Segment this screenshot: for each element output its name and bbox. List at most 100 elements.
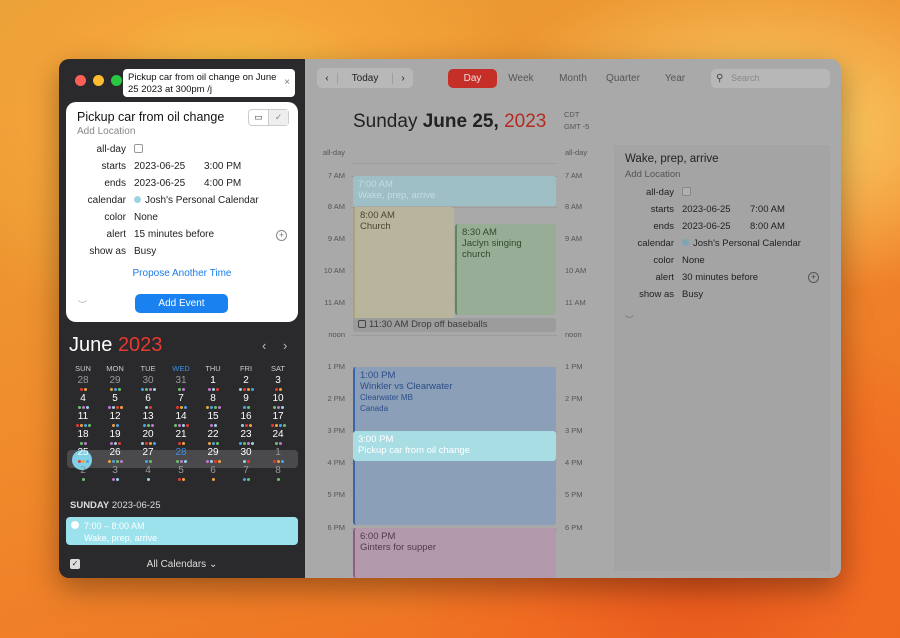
minimize-window-button[interactable] [93,75,104,86]
show-as-select[interactable]: Busy [134,246,156,257]
task-checkbox-icon[interactable] [358,320,366,328]
mini-day[interactable]: 9 [231,393,261,404]
mini-day[interactable]: 31 [166,375,196,386]
mini-day[interactable]: 13 [133,411,163,422]
event-jaclyn[interactable]: 8:30 AM Jaclyn singing church [455,224,556,315]
mini-day[interactable]: 26 [100,447,130,458]
event-baseballs[interactable]: 11:30 AM Drop off baseballs [353,318,556,332]
mini-day[interactable]: 29 [100,375,130,386]
mini-day[interactable]: 20 [133,429,163,440]
next-day-button[interactable]: › [393,73,413,84]
calendar-event-icon[interactable]: ▭ [249,110,268,125]
detail-starts-time[interactable]: 7:00 AM [750,204,785,215]
detail-title[interactable]: Wake, prep, arrive [625,153,719,165]
search-input[interactable]: ⚲ Search [711,69,830,88]
mini-day[interactable]: 19 [100,429,130,440]
all-day-checkbox[interactable] [134,144,143,153]
detail-color-select[interactable]: None [682,255,705,266]
task-check-icon[interactable]: ✓ [268,110,288,125]
ends-time-field[interactable]: 4:00 PM [204,178,241,189]
mini-day[interactable]: 21 [166,429,196,440]
event-ginters[interactable]: 6:00 PM Ginters for supper [353,528,556,578]
mini-day[interactable]: 10 [263,393,293,404]
detail-show-as-select[interactable]: Busy [682,289,703,300]
calendar-select[interactable]: Josh's Personal Calendar [134,195,259,206]
mini-day[interactable]: 24 [263,429,293,440]
mini-day[interactable]: 22 [198,429,228,440]
event-church[interactable]: 8:00 AM Church [353,207,454,329]
view-month-tab[interactable]: Month [551,69,595,88]
day-event-dots [68,460,98,463]
quick-entry-input[interactable]: Pickup car from oil change on June 25 20… [123,69,295,97]
next-month-icon[interactable]: › [283,338,287,353]
clear-icon[interactable]: × [284,77,290,89]
chevron-down-icon[interactable]: ︶ [78,298,87,311]
zoom-window-button[interactable] [111,75,122,86]
mini-day[interactable]: 30 [133,375,163,386]
mini-day[interactable]: 15 [198,411,228,422]
mini-day[interactable]: 5 [100,393,130,404]
mini-day[interactable]: 14 [166,411,196,422]
mini-day[interactable]: 5 [166,465,196,476]
mini-day[interactable]: 4 [68,393,98,404]
mini-day[interactable]: 7 [166,393,196,404]
mini-day[interactable]: 16 [231,411,261,422]
event-pickup[interactable]: 3:00 PM Pickup car from oil change [353,431,556,461]
alert-select[interactable]: 15 minutes before [134,229,214,240]
mini-day[interactable]: 3 [263,375,293,386]
agenda-event[interactable]: 7:00 – 8:00 AM Wake, prep, arrive [66,517,298,545]
view-quarter-tab[interactable]: Quarter [601,69,645,88]
mini-day[interactable]: 6 [198,465,228,476]
mini-day[interactable]: 28 [68,375,98,386]
view-week-tab[interactable]: Week [501,69,541,88]
mini-day[interactable]: 28 [166,447,196,458]
add-alert-icon[interactable]: + [276,230,287,241]
mini-day[interactable]: 6 [133,393,163,404]
all-day-label: all-day [96,144,126,155]
event-wake[interactable]: 7:00 AM Wake, prep, arrive [353,176,556,206]
color-select[interactable]: None [134,212,158,223]
today-button[interactable]: Today [337,72,393,84]
detail-all-day-checkbox[interactable] [682,187,691,196]
mini-day[interactable]: 8 [198,393,228,404]
mini-day[interactable]: 2 [68,465,98,476]
add-event-button[interactable]: Add Event [135,294,228,313]
mini-day[interactable]: 7 [231,465,261,476]
view-year-tab[interactable]: Year [655,69,695,88]
starts-date-field[interactable]: 2023-06-25 [134,161,185,172]
mini-day[interactable]: 1 [263,447,293,458]
mini-day[interactable]: 30 [231,447,261,458]
mini-day[interactable]: 12 [100,411,130,422]
mini-day[interactable]: 29 [198,447,228,458]
detail-alert-select[interactable]: 30 minutes before [682,272,758,283]
propose-another-time-link[interactable]: Propose Another Time [66,268,298,279]
event-title-field[interactable]: Pickup car from oil change [77,110,224,124]
mini-day[interactable]: 8 [263,465,293,476]
mini-day[interactable]: 23 [231,429,261,440]
add-location-field[interactable]: Add Location [77,126,135,137]
calendars-menu[interactable]: All Calendars ⌄ [59,559,305,570]
close-window-button[interactable] [75,75,86,86]
detail-ends-date[interactable]: 2023-06-25 [682,221,731,232]
mini-day[interactable]: 27 [133,447,163,458]
mini-day[interactable]: 17 [263,411,293,422]
starts-time-field[interactable]: 3:00 PM [204,161,241,172]
mini-day[interactable]: 25 [68,447,98,458]
mini-day[interactable]: 1 [198,375,228,386]
detail-ends-time[interactable]: 8:00 AM [750,221,785,232]
mini-day[interactable]: 11 [68,411,98,422]
mini-day[interactable]: 18 [68,429,98,440]
view-day-tab[interactable]: Day [448,69,497,88]
detail-starts-date[interactable]: 2023-06-25 [682,204,731,215]
chevron-down-icon[interactable]: ︶ [625,313,634,326]
ends-date-field[interactable]: 2023-06-25 [134,178,185,189]
mini-day[interactable]: 4 [133,465,163,476]
mini-day[interactable]: 3 [100,465,130,476]
add-alert-icon[interactable]: + [808,272,819,283]
timezone-selector[interactable]: CDT GMT -5 [564,109,589,133]
prev-month-icon[interactable]: ‹ [262,338,266,353]
detail-calendar-select[interactable]: Josh's Personal Calendar [682,238,801,249]
mini-day[interactable]: 2 [231,375,261,386]
detail-add-location[interactable]: Add Location [625,169,680,180]
prev-day-button[interactable]: ‹ [317,73,337,84]
